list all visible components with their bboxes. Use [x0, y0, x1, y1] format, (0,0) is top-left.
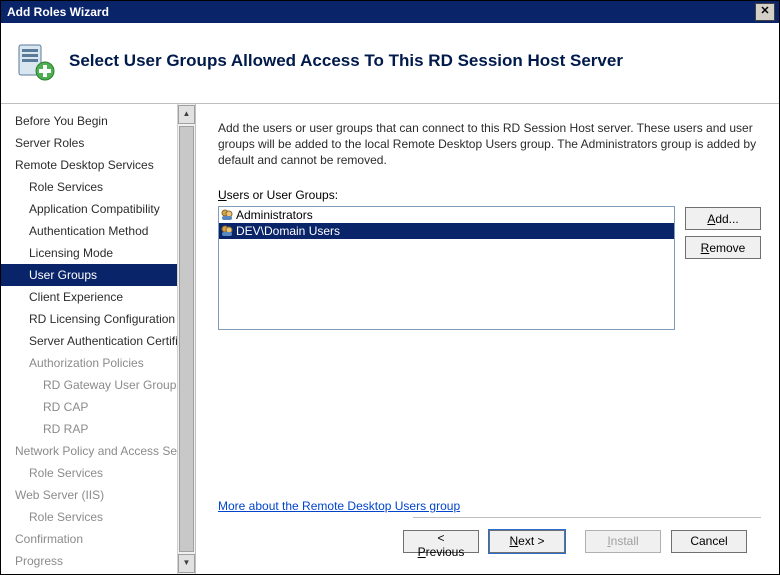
wizard-window: Add Roles Wizard ✕ Select User Groups Al…	[0, 0, 780, 575]
nav-item: RD Gateway User Groups	[1, 374, 177, 396]
next-button[interactable]: Next >	[489, 530, 565, 553]
nav-item[interactable]: Authentication Method	[1, 220, 177, 242]
nav-item[interactable]: Licensing Mode	[1, 242, 177, 264]
group-icon	[220, 208, 234, 222]
nav-item: Role Services	[1, 462, 177, 484]
nav-item[interactable]: Application Compatibility	[1, 198, 177, 220]
server-role-icon	[15, 41, 55, 81]
nav-item: Confirmation	[1, 528, 177, 550]
nav-item: Web Server (IIS)	[1, 484, 177, 506]
description-text: Add the users or user groups that can co…	[218, 120, 761, 168]
nav-item: Progress	[1, 550, 177, 572]
scroll-up-icon[interactable]: ▲	[178, 105, 195, 124]
titlebar: Add Roles Wizard ✕	[1, 1, 779, 23]
footer-buttons: < Previous Next > Install Cancel	[413, 517, 761, 564]
list-item-label: Administrators	[236, 208, 313, 222]
nav-item: Authorization Policies	[1, 352, 177, 374]
nav-list: Before You BeginServer RolesRemote Deskt…	[1, 104, 177, 574]
wizard-header: Select User Groups Allowed Access To Thi…	[1, 23, 779, 104]
list-label-tail: sers or User Groups:	[227, 188, 338, 202]
previous-button[interactable]: < Previous	[403, 530, 479, 553]
group-area: Users or User Groups: Administrators DEV\…	[218, 188, 761, 330]
more-info-link[interactable]: More about the Remote Desktop Users grou…	[218, 499, 761, 513]
scroll-down-icon[interactable]: ▼	[178, 554, 195, 573]
list-item-label: DEV\Domain Users	[236, 224, 526, 238]
nav-item: RD CAP	[1, 396, 177, 418]
nav-item[interactable]: Server Authentication Certificate	[1, 330, 177, 352]
nav-scrollbar[interactable]: ▲ ▼	[177, 104, 195, 574]
list-item[interactable]: Administrators	[219, 207, 674, 223]
wizard-body: Before You BeginServer RolesRemote Deskt…	[1, 104, 779, 574]
content-pane: Add the users or user groups that can co…	[196, 104, 779, 574]
list-label: Users or User Groups:	[218, 188, 675, 202]
list-item[interactable]: DEV\Domain Users	[219, 223, 674, 239]
side-buttons: Add... Remove	[685, 207, 761, 259]
nav-item[interactable]: User Groups	[1, 264, 177, 286]
cancel-button[interactable]: Cancel	[671, 530, 747, 553]
scroll-thumb[interactable]	[179, 126, 194, 552]
list-section: Users or User Groups: Administrators DEV\…	[218, 188, 675, 330]
nav-pane: Before You BeginServer RolesRemote Deskt…	[1, 104, 196, 574]
nav-item[interactable]: Server Roles	[1, 132, 177, 154]
page-title: Select User Groups Allowed Access To Thi…	[69, 51, 623, 71]
nav-item[interactable]: Client Experience	[1, 286, 177, 308]
user-groups-listbox[interactable]: Administrators DEV\Domain Users	[218, 206, 675, 330]
nav-item: Network Policy and Access Services	[1, 440, 177, 462]
nav-item[interactable]: Before You Begin	[1, 110, 177, 132]
close-icon[interactable]: ✕	[755, 3, 775, 21]
nav-item: RD RAP	[1, 418, 177, 440]
nav-item[interactable]: Role Services	[1, 176, 177, 198]
nav-item: Role Services	[1, 506, 177, 528]
add-button[interactable]: Add...	[685, 207, 761, 230]
install-button: Install	[585, 530, 661, 553]
nav-item[interactable]: RD Licensing Configuration	[1, 308, 177, 330]
remove-button[interactable]: Remove	[685, 236, 761, 259]
window-title: Add Roles Wizard	[7, 5, 109, 19]
nav-item[interactable]: Remote Desktop Services	[1, 154, 177, 176]
group-icon	[220, 224, 234, 238]
